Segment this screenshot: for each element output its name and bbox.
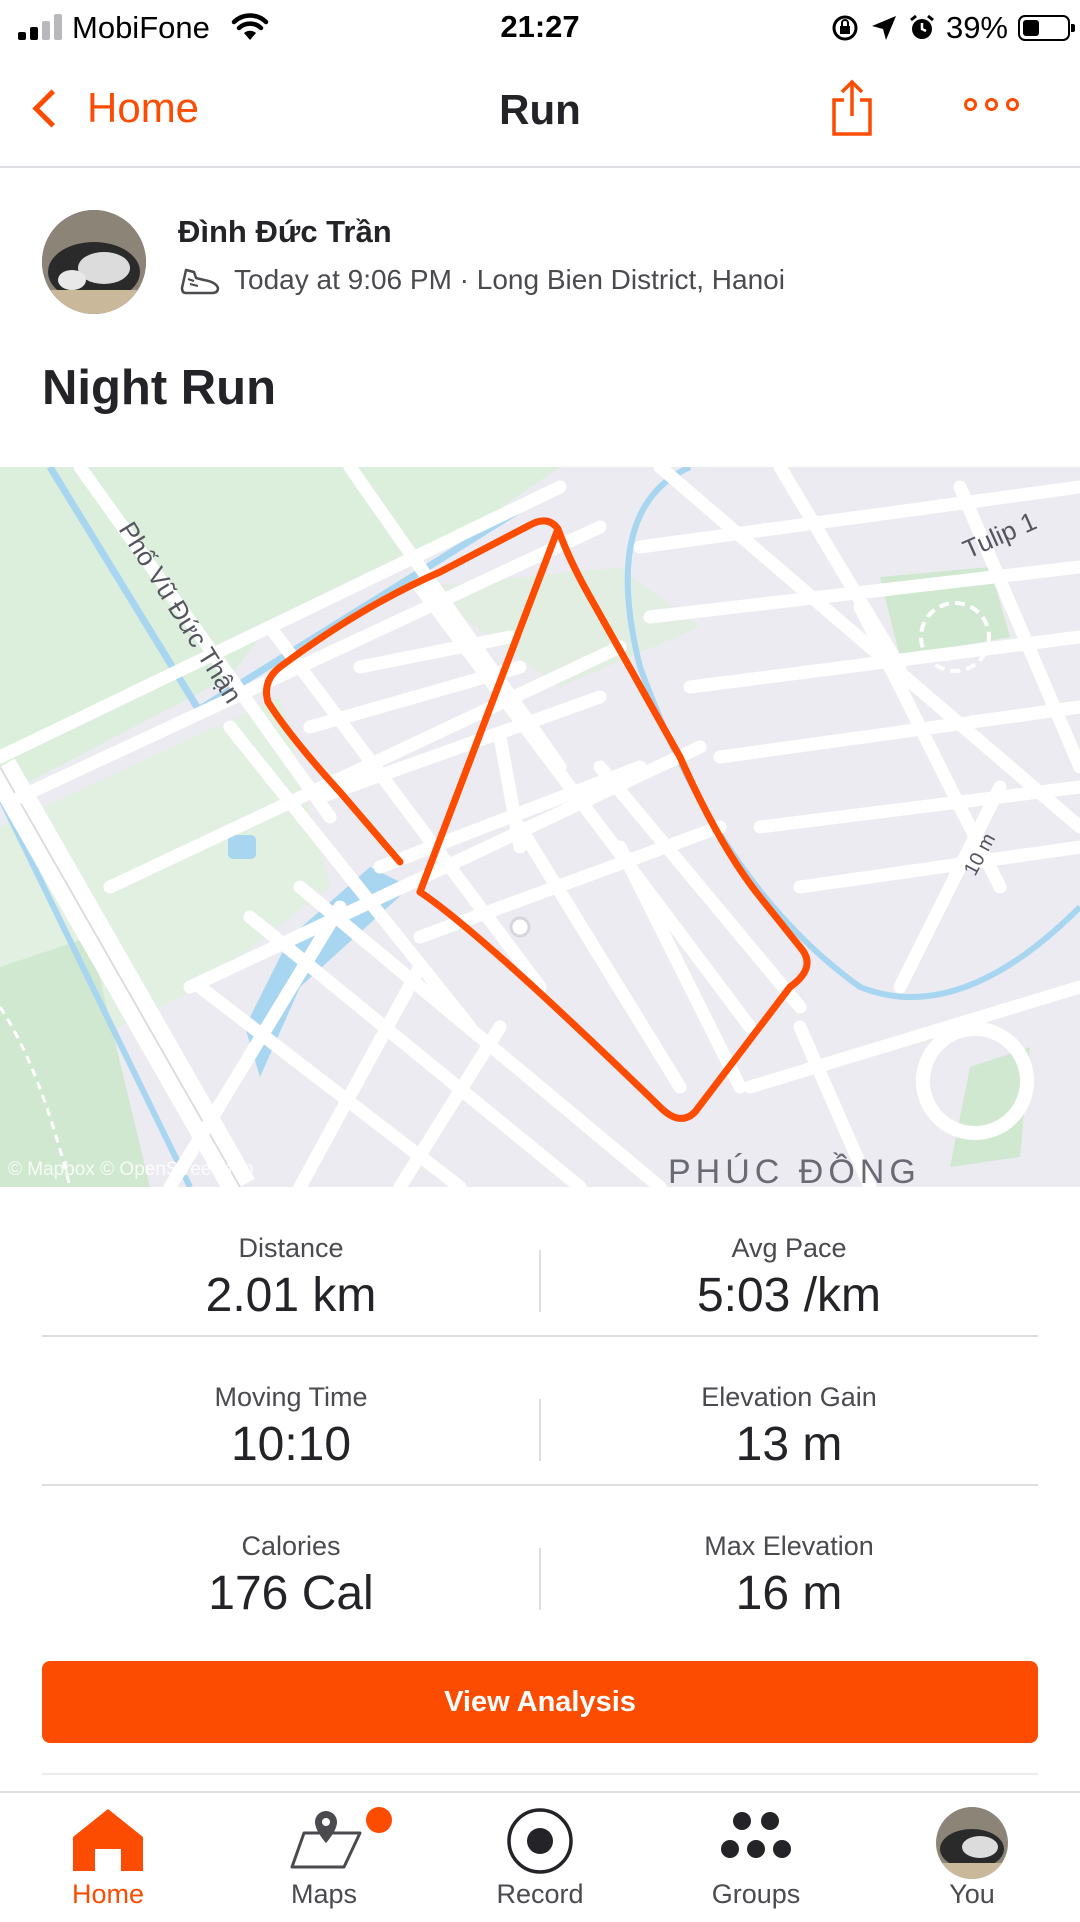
rotation-lock-icon <box>832 15 858 41</box>
profile-icon <box>936 1807 1008 1879</box>
tab-home[interactable]: Home <box>0 1793 216 1922</box>
tab-label: Maps <box>290 1879 358 1909</box>
activity-title: Night Run <box>42 361 277 415</box>
tab-label: Record <box>496 1879 584 1909</box>
chevron-left-icon <box>32 88 71 128</box>
back-label: Home <box>87 84 200 131</box>
stat-label-moving-time: Moving Time <box>214 1382 368 1412</box>
divider <box>42 1773 1038 1775</box>
running-shoe-icon <box>180 268 220 295</box>
map-attribution: © Mapbox © OpenStreetMap <box>8 1159 254 1180</box>
tab-label: You <box>949 1879 995 1909</box>
stat-label-max-elevation: Max Elevation <box>704 1531 874 1561</box>
stat-value-pace: 5:03 /km <box>696 1269 882 1322</box>
activity-meta: Today at 9:06 PM · Long Bien District, H… <box>178 264 785 296</box>
home-icon <box>73 1809 143 1871</box>
battery-percent: 39% <box>945 10 1008 45</box>
stat-label-pace: Avg Pace <box>731 1233 847 1263</box>
stat-label-distance: Distance <box>238 1233 344 1263</box>
maps-icon <box>290 1811 362 1869</box>
stat-value-max-elevation: 16 m <box>735 1567 843 1620</box>
avatar[interactable] <box>42 210 146 314</box>
tab-maps[interactable]: Maps <box>216 1793 432 1922</box>
battery-icon <box>1018 15 1075 41</box>
tab-label: Groups <box>711 1879 801 1909</box>
status-bar: MobiFone 21:27 39% <box>0 0 1080 60</box>
notification-dot <box>366 1807 392 1833</box>
navigation-bar: Home Run <box>0 60 1080 168</box>
more-options-icon[interactable] <box>964 98 1019 111</box>
view-analysis-button[interactable]: View Analysis <box>42 1661 1038 1743</box>
district-label: PHÚC ĐỒNG <box>668 1153 921 1187</box>
tab-you[interactable]: You <box>864 1793 1080 1922</box>
stat-label-elevation-gain: Elevation Gain <box>701 1382 877 1412</box>
tab-bar: Home Maps Record Groups You <box>0 1791 1080 1922</box>
tab-record[interactable]: Record <box>432 1793 648 1922</box>
location-arrow-icon <box>871 16 896 40</box>
record-icon <box>507 1808 573 1874</box>
back-button[interactable]: Home <box>30 84 199 132</box>
stat-value-elevation-gain: 13 m <box>735 1418 843 1471</box>
stats-row: Distance 2.01 km Avg Pace 5:03 /km <box>42 1188 1038 1337</box>
stat-value-distance: 2.01 km <box>205 1269 377 1322</box>
route-map[interactable]: Phố Vũ Đức Thận Tulip 1 10 m PHÚC ĐỒNG ©… <box>0 467 1080 1187</box>
stat-value-moving-time: 10:10 <box>230 1418 352 1471</box>
alarm-icon <box>910 14 934 39</box>
tab-label: Home <box>71 1879 145 1909</box>
share-icon[interactable] <box>828 78 876 138</box>
stats-grid: Distance 2.01 km Avg Pace 5:03 /km Moving … <box>42 1188 1038 1633</box>
tab-groups[interactable]: Groups <box>648 1793 864 1922</box>
activity-time-location: Today at 9:06 PM · Long Bien District, H… <box>234 264 785 295</box>
stat-value-calories: 176 Cal <box>208 1567 374 1620</box>
stats-row: Calories 176 Cal Max Elevation 16 m <box>42 1486 1038 1633</box>
athlete-name[interactable]: Đình Đức Trần <box>178 214 392 250</box>
groups-icon <box>721 1812 791 1858</box>
stat-label-calories: Calories <box>241 1531 341 1561</box>
stats-row: Moving Time 10:10 Elevation Gain 13 m <box>42 1337 1038 1486</box>
